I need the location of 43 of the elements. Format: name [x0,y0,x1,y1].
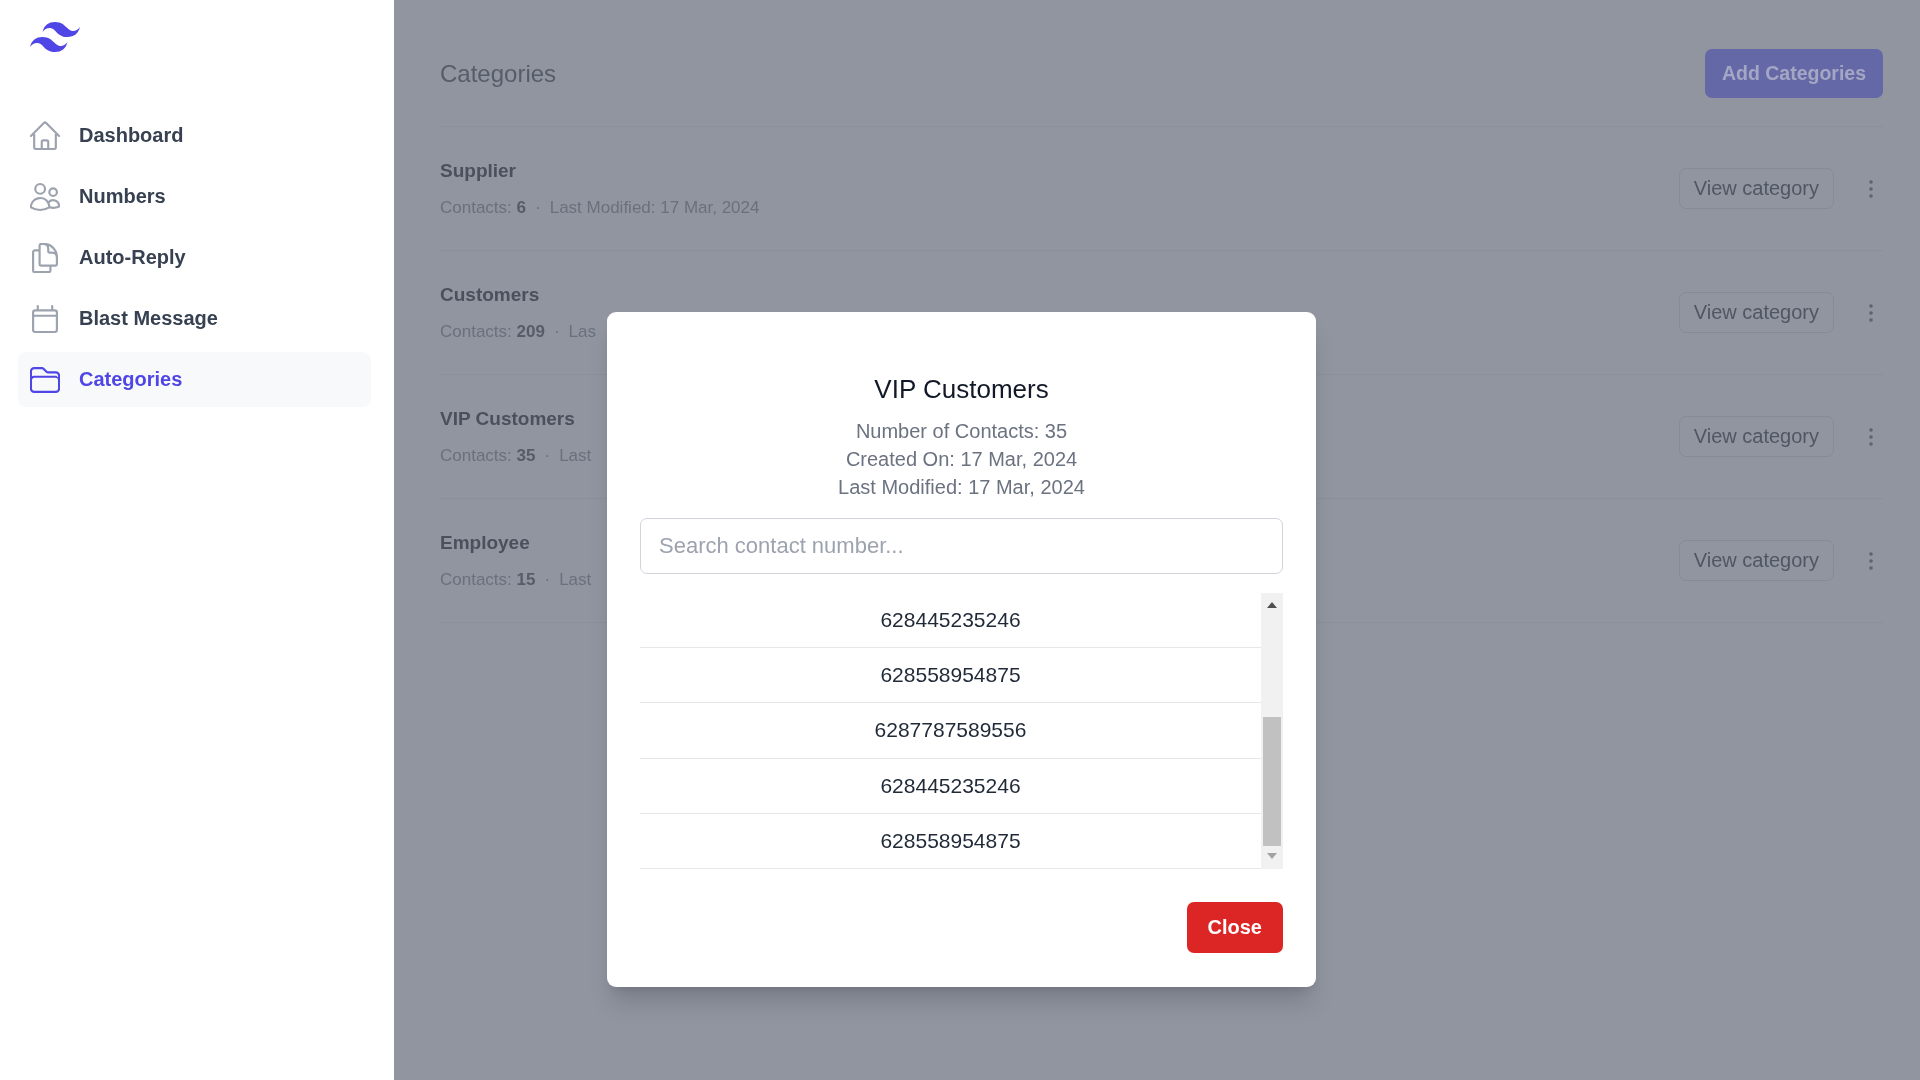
dialog-title: VIP Customers [874,373,1049,406]
sidebar-item[interactable]: Dashboard [18,108,371,163]
dot-separator: · [535,197,541,219]
close-button[interactable]: Close [1186,902,1283,953]
sidebar-item[interactable]: Categories [18,352,371,407]
search-field[interactable]: Search contact number... [640,518,1283,574]
vertical-dots-icon [1869,551,1873,570]
documents-icon [30,242,60,273]
dot-separator: · [553,321,560,343]
wave-logo-icon [30,22,80,52]
contact-number: 628558954875 [880,663,1021,688]
category-name: VIP Customers [440,407,575,431]
category-name: Customers [440,283,540,307]
folder-icon [30,364,60,395]
scrollbar[interactable] [1261,593,1283,869]
view-category-button[interactable]: View category [1678,416,1834,457]
triangle-up-icon[interactable] [1267,602,1277,608]
house-icon [30,120,60,151]
page-title: Categories [440,58,557,89]
vertical-dots-icon [1869,179,1873,198]
dot-separator: · [544,445,551,467]
view-category-button[interactable]: View category [1678,540,1834,581]
category-name: Supplier [440,159,516,183]
contact-number: 628558954875 [880,828,1021,853]
view-category-button[interactable]: View category [1678,292,1834,333]
sidebar-item[interactable]: Numbers [18,169,371,224]
detail-text: Number of Contacts: 35 [855,419,1068,444]
view-category-button[interactable]: View category [1678,168,1834,209]
detail-text: Last Modified: 17 Mar, 2024 [838,475,1085,500]
sidebar-item[interactable]: Blast Message [18,291,371,346]
detail-text: Created On: 17 Mar, 2024 [845,447,1078,472]
users-icon [30,181,60,212]
category-name: Employee [440,531,530,555]
contact-number: 628445235246 [880,773,1021,798]
dot-separator: · [544,569,551,591]
contact-number: 628445235246 [880,608,1021,633]
scrollbar-thumb[interactable] [1263,717,1281,846]
sidebar-item[interactable]: Auto-Reply [18,230,371,285]
vertical-dots-icon [1869,427,1873,446]
triangle-down-icon[interactable] [1267,853,1277,859]
contact-number: 6287787589556 [874,718,1027,743]
calendar-icon [30,303,60,334]
vertical-dots-icon [1869,303,1873,322]
